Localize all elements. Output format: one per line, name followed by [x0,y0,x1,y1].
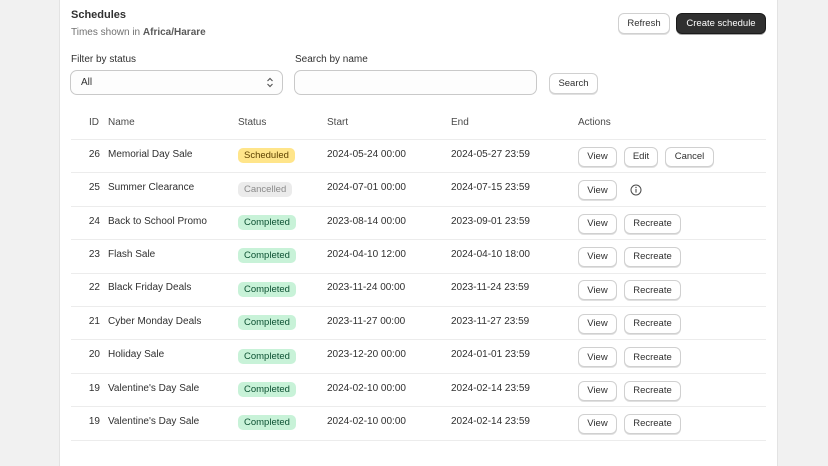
row-divider [71,306,766,307]
status-filter-value: All [81,77,93,88]
view-button[interactable]: View [578,146,617,167]
column-header-start: Start [327,117,349,128]
timezone-name: Africa/Harare [142,27,206,38]
status-filter-label: Filter by status [71,54,137,65]
row-end: 2023-11-27 23:59 [451,315,530,327]
status-badge: Completed [238,348,296,364]
view-button[interactable]: View [578,280,617,301]
recreate-button[interactable]: Recreate [624,280,681,301]
row-name: Back to School Promo [108,215,207,227]
row-divider [71,406,766,408]
row-end: 2024-04-10 18:00 [451,248,530,260]
page-title: Schedules [71,9,127,21]
row-name: Flash Sale [108,248,156,260]
row-id: 22 [88,282,100,294]
row-start: 2024-02-10 00:00 [327,415,406,427]
subtitle-prefix: Times shown in [71,27,141,38]
row-start: 2024-02-10 00:00 [327,382,406,394]
status-badge: Completed [238,215,296,230]
column-header-actions: Actions [578,117,611,128]
recreate-button[interactable]: Recreate [624,213,681,234]
row-start: 2024-07-01 00:00 [327,182,406,194]
status-badge: Cancelled [238,181,293,197]
row-end: 2024-02-14 23:59 [451,382,530,394]
column-header-id: ID [89,117,99,128]
status-badge: Scheduled [238,148,295,164]
cancel-button[interactable]: Cancel [665,146,714,167]
column-header-name: Name [108,117,135,128]
row-id: 23 [88,248,100,260]
row-start: 2023-11-24 00:00 [327,282,406,294]
row-start: 2024-05-24 00:00 [327,148,406,160]
row-name: Valentine's Day Sale [108,415,200,427]
row-start: 2023-11-27 00:00 [327,315,406,327]
header-divider [71,139,766,140]
row-id: 25 [88,182,100,194]
row-end: 2024-02-14 23:59 [451,415,530,427]
row-divider [71,205,766,207]
row-id: 19 [88,382,100,394]
row-name: Black Friday Deals [108,282,192,294]
row-id: 26 [88,148,100,160]
row-start: 2023-12-20 00:00 [327,349,406,361]
row-divider [71,439,766,441]
row-name: Summer Clearance [108,182,195,194]
status-badge: Completed [238,281,296,297]
column-header-end: End [451,117,469,128]
row-id: 19 [88,415,100,427]
row-divider [71,272,766,274]
row-id: 20 [88,349,100,361]
view-button[interactable]: View [578,246,617,267]
view-button[interactable]: View [578,313,617,334]
timezone-subtitle: Times shown in Africa/Harare [71,27,206,38]
row-name: Holiday Sale [108,349,165,361]
status-filter-select[interactable]: All [70,70,283,95]
recreate-button[interactable]: Recreate [624,413,681,434]
recreate-button[interactable]: Recreate [624,246,681,267]
search-label: Search by name [295,54,368,65]
chevron-updown-icon [267,77,273,88]
row-end: 2023-09-01 23:59 [451,215,530,227]
column-header-status: Status [238,117,267,128]
recreate-button[interactable]: Recreate [624,313,681,334]
status-badge: Completed [238,415,296,431]
edit-button[interactable]: Edit [624,146,658,167]
row-divider [71,239,766,241]
view-button[interactable]: View [578,380,617,401]
row-name: Cyber Monday Deals [108,315,202,327]
row-start: 2023-08-14 00:00 [327,215,406,227]
row-id: 21 [88,315,100,327]
row-divider [71,172,766,174]
view-button[interactable]: View [578,347,617,368]
info-circle-icon[interactable] [630,184,642,196]
row-name: Memorial Day Sale [108,148,193,160]
search-input[interactable] [294,70,537,95]
view-button[interactable]: View [578,413,617,434]
status-badge: Completed [238,382,296,397]
recreate-button[interactable]: Recreate [624,347,681,368]
row-start: 2024-04-10 12:00 [327,248,406,260]
view-button[interactable]: View [578,213,617,234]
view-button[interactable]: View [578,180,617,201]
row-end: 2024-01-01 23:59 [451,349,530,361]
row-divider [71,372,766,374]
row-end: 2024-07-15 23:59 [451,182,530,194]
row-id: 24 [88,215,100,227]
refresh-button[interactable]: Refresh [618,13,670,34]
create-schedule-button[interactable]: Create schedule [676,13,766,34]
row-end: 2023-11-24 23:59 [451,282,530,294]
status-badge: Completed [238,248,296,264]
row-end: 2024-05-27 23:59 [451,148,530,160]
status-badge: Completed [238,315,296,331]
row-divider [71,339,766,341]
search-button[interactable]: Search [549,73,598,94]
row-name: Valentine's Day Sale [108,382,200,394]
recreate-button[interactable]: Recreate [624,380,681,401]
